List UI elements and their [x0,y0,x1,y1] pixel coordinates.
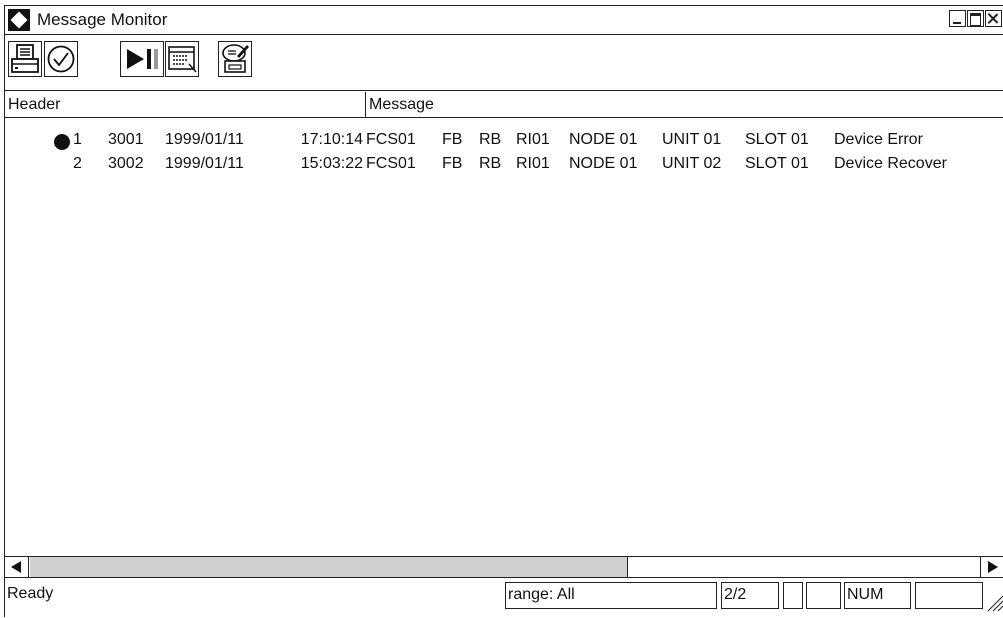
maximize-icon[interactable] [967,10,984,27]
checkmark-icon [47,45,75,73]
status-pane-blank [806,582,841,609]
rack-block: RB [479,131,502,148]
card-name: RI01 [516,131,550,148]
slot-label: SLOT 01 [745,131,809,148]
print-button[interactable] [8,41,42,77]
status-pane-blank [783,582,803,609]
message-code: 3001 [108,131,144,148]
function-block: FB [442,131,463,148]
message-code: 3002 [108,155,144,172]
acknowledge-button[interactable] [44,41,78,77]
resize-grip-icon[interactable] [984,592,1003,612]
scroll-right-icon[interactable] [980,557,1003,577]
unit-label: UNIT 01 [662,131,722,148]
play-pause-icon [127,49,158,69]
column-header-row: Header Message [5,92,1003,118]
column-header-header[interactable]: Header [5,92,366,118]
horizontal-scrollbar[interactable] [5,556,1003,578]
unit-label: UNIT 02 [662,155,722,172]
list-window-icon [168,46,197,73]
message-date: 1999/01/11 [165,155,244,172]
row-number: 2 [73,155,82,172]
page-pane: 2/2 [721,582,779,609]
printer-edit-icon [222,44,249,73]
message-time: 17:10:14 [300,131,363,148]
node-label: NODE 01 [569,155,638,172]
status-pane-blank [915,582,983,609]
status-bar: Ready range: All 2/2 NUM [5,579,1003,618]
title-bar[interactable]: Message Monitor [5,6,1003,35]
column-header-message[interactable]: Message [366,92,1003,118]
unacknowledged-marker-icon [54,134,70,150]
message-text: Device Error [834,131,923,148]
message-monitor-window: Message Monitor Header Message 1 3001 19… [4,5,1003,617]
print-settings-button[interactable] [218,41,252,77]
close-icon[interactable] [985,10,1002,27]
scroll-left-icon[interactable] [5,557,29,577]
function-block: FB [442,155,463,172]
node-label: NODE 01 [569,131,638,148]
window-title: Message Monitor [37,10,168,29]
range-pane: range: All [505,582,717,609]
play-pause-button[interactable] [120,41,164,77]
status-text: Ready [7,585,54,602]
num-lock-pane: NUM [844,582,911,609]
message-list[interactable]: 1 3001 1999/01/11 17:10:14 FCS01 FB RB R… [5,119,1003,556]
diamond-app-icon[interactable] [8,9,30,31]
message-date: 1999/01/11 [165,131,244,148]
row-number: 1 [73,131,82,148]
station-name: FCS01 [366,131,416,148]
minimize-icon[interactable] [949,10,966,27]
printer-icon [11,44,39,73]
message-time: 15:03:22 [300,155,363,172]
scrollbar-thumb[interactable] [30,557,628,577]
toolbar [5,36,1003,91]
card-name: RI01 [516,155,550,172]
slot-label: SLOT 01 [745,155,809,172]
message-row[interactable]: 2 3002 1999/01/11 15:03:22 FCS01 FB RB R… [5,155,1003,177]
message-row[interactable]: 1 3001 1999/01/11 17:10:14 FCS01 FB RB R… [5,131,1003,153]
station-name: FCS01 [366,155,416,172]
window-controls [949,10,1002,27]
message-list-button[interactable] [165,41,199,77]
rack-block: RB [479,155,502,172]
message-text: Device Recover [834,155,947,172]
